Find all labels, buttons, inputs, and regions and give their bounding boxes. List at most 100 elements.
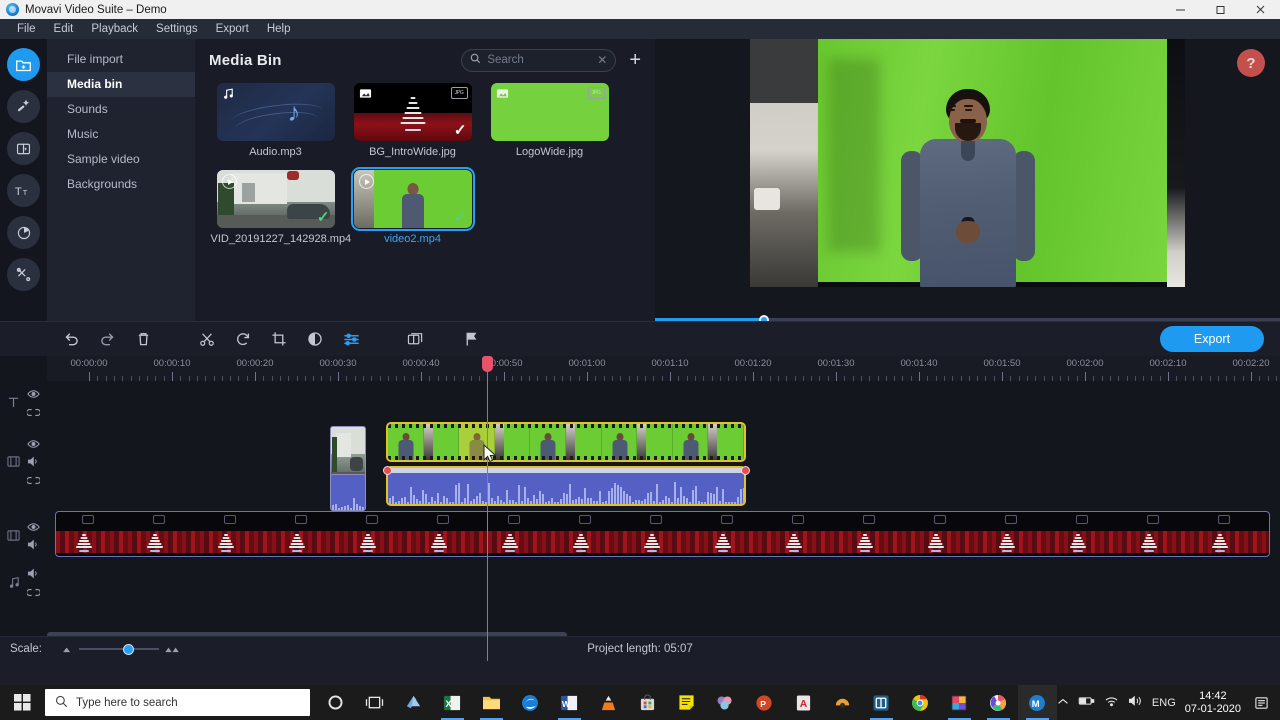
media-thumbnail[interactable]: ♪ <box>216 83 335 141</box>
battery-icon[interactable] <box>1078 696 1095 709</box>
close-button[interactable] <box>1240 0 1280 19</box>
wifi-icon[interactable] <box>1104 695 1119 710</box>
search-box[interactable]: ✕ <box>461 48 617 72</box>
nav-item-media-bin[interactable]: Media bin <box>47 72 195 97</box>
file-explorer-icon[interactable] <box>472 685 511 720</box>
audacity-icon[interactable] <box>823 685 862 720</box>
cortana-icon[interactable] <box>316 685 355 720</box>
menu-export[interactable]: Export <box>207 19 258 39</box>
nav-item-music[interactable]: Music <box>47 122 195 147</box>
help-button[interactable]: ? <box>1237 49 1265 77</box>
timeline-clip-video2-audio[interactable] <box>386 466 746 506</box>
speaker-icon[interactable] <box>27 456 40 470</box>
photos-icon[interactable] <box>706 685 745 720</box>
taskbar-search[interactable]: Type here to search <box>44 689 310 716</box>
eye-icon[interactable] <box>27 521 40 535</box>
clear-search-icon[interactable]: ✕ <box>597 53 607 67</box>
search-input[interactable] <box>487 54 588 66</box>
nav-item-backgrounds[interactable]: Backgrounds <box>47 172 195 197</box>
link-icon[interactable] <box>26 406 41 420</box>
menu-help[interactable]: Help <box>258 19 300 39</box>
sticky-notes-icon[interactable] <box>667 685 706 720</box>
start-button[interactable] <box>0 685 45 720</box>
media-item[interactable]: ✓ video2.mp4 <box>344 167 481 246</box>
media-item[interactable]: JPG ✓ BG_IntroWide.jpg <box>344 83 481 159</box>
stabilize-button[interactable] <box>401 325 429 353</box>
movavi-split-icon[interactable] <box>862 685 901 720</box>
add-media-button[interactable]: + <box>629 50 641 70</box>
word-icon[interactable]: W <box>550 685 589 720</box>
clip-trim-handle-left[interactable] <box>383 466 392 475</box>
timeline-clip-audio1[interactable] <box>330 474 366 511</box>
show-hidden-icons-icon[interactable] <box>1057 697 1069 709</box>
timeline-clip-video2-selected[interactable] <box>386 422 746 462</box>
edge-icon[interactable] <box>511 685 550 720</box>
clip-trim-handle-right[interactable] <box>741 466 750 475</box>
timeline-ruler[interactable]: 00:00:00 00:00:10 00:00:20 00:00:30 00:0… <box>47 356 1280 381</box>
task-view-icon[interactable] <box>355 685 394 720</box>
undo-button[interactable] <box>57 325 85 353</box>
volume-icon[interactable] <box>1128 695 1143 710</box>
link-icon[interactable] <box>25 586 41 600</box>
media-thumbnail[interactable]: ✓ <box>216 170 335 228</box>
scale-slider[interactable] <box>62 642 180 656</box>
screen-recorder-icon[interactable] <box>979 685 1018 720</box>
menu-settings[interactable]: Settings <box>147 19 207 39</box>
crop-button[interactable] <box>265 325 293 353</box>
track-header-video[interactable] <box>0 438 47 488</box>
media-item[interactable]: ✓ VID_20191227_142928.mp4 <box>207 170 351 246</box>
speaker-icon[interactable] <box>27 539 40 553</box>
menu-file[interactable]: File <box>8 19 45 39</box>
store-blue-icon[interactable] <box>394 685 433 720</box>
rail-tools-button[interactable] <box>7 258 40 291</box>
media-thumbnail-selected[interactable]: ✓ <box>350 167 475 231</box>
nav-item-sounds[interactable]: Sounds <box>47 97 195 122</box>
rail-transitions-button[interactable] <box>7 132 40 165</box>
chrome-icon[interactable] <box>901 685 940 720</box>
track-header-audio[interactable] <box>0 568 47 600</box>
store-icon[interactable] <box>628 685 667 720</box>
eye-icon[interactable] <box>27 388 40 402</box>
track-header-title[interactable] <box>0 388 47 420</box>
menu-edit[interactable]: Edit <box>45 19 83 39</box>
properties-button[interactable] <box>337 325 365 353</box>
media-thumbnail[interactable]: JPG ✓ <box>353 83 472 141</box>
link-icon[interactable] <box>26 474 41 488</box>
delete-button[interactable] <box>129 325 157 353</box>
media-item[interactable]: ♪ Audio.mp3 <box>207 83 344 159</box>
playhead-handle[interactable] <box>482 356 493 372</box>
media-item[interactable]: JPG LogoWide.jpg <box>481 83 618 159</box>
menu-playback[interactable]: Playback <box>82 19 147 39</box>
rail-titles-button[interactable]: T T <box>7 174 40 207</box>
powerpoint-icon[interactable]: P <box>745 685 784 720</box>
movavi-suite-icon[interactable]: M <box>1017 685 1057 720</box>
timeline-clip-bg-intro[interactable] <box>55 511 1270 557</box>
speaker-icon[interactable] <box>27 568 40 582</box>
marker-button[interactable] <box>457 325 485 353</box>
rail-stickers-button[interactable] <box>7 216 40 249</box>
language-indicator[interactable]: ENG <box>1152 697 1176 709</box>
clock[interactable]: 14:42 07-01-2020 <box>1185 690 1241 716</box>
zoom-out-icon[interactable] <box>62 642 73 656</box>
track-header-overlay[interactable] <box>0 521 47 553</box>
scale-track[interactable] <box>78 643 159 655</box>
zoom-in-icon[interactable] <box>165 642 180 656</box>
redo-button[interactable] <box>93 325 121 353</box>
nav-item-file-import[interactable]: File import <box>47 47 195 72</box>
split-button[interactable] <box>193 325 221 353</box>
acrobat-icon[interactable]: A <box>784 685 823 720</box>
maximize-button[interactable] <box>1200 0 1240 19</box>
scale-knob[interactable] <box>122 643 134 655</box>
playhead[interactable] <box>482 356 493 661</box>
photo-editor-icon[interactable] <box>940 685 979 720</box>
minimize-button[interactable] <box>1160 0 1200 19</box>
excel-icon[interactable]: X <box>433 685 472 720</box>
export-button[interactable]: Export <box>1160 326 1264 352</box>
rail-import-button[interactable] <box>7 48 40 81</box>
vlc-icon[interactable] <box>589 685 628 720</box>
eye-icon[interactable] <box>27 438 40 452</box>
notifications-icon[interactable] <box>1250 685 1272 720</box>
rail-filters-button[interactable] <box>7 90 40 123</box>
media-thumbnail[interactable]: JPG <box>490 83 609 141</box>
color-adjust-button[interactable] <box>301 325 329 353</box>
